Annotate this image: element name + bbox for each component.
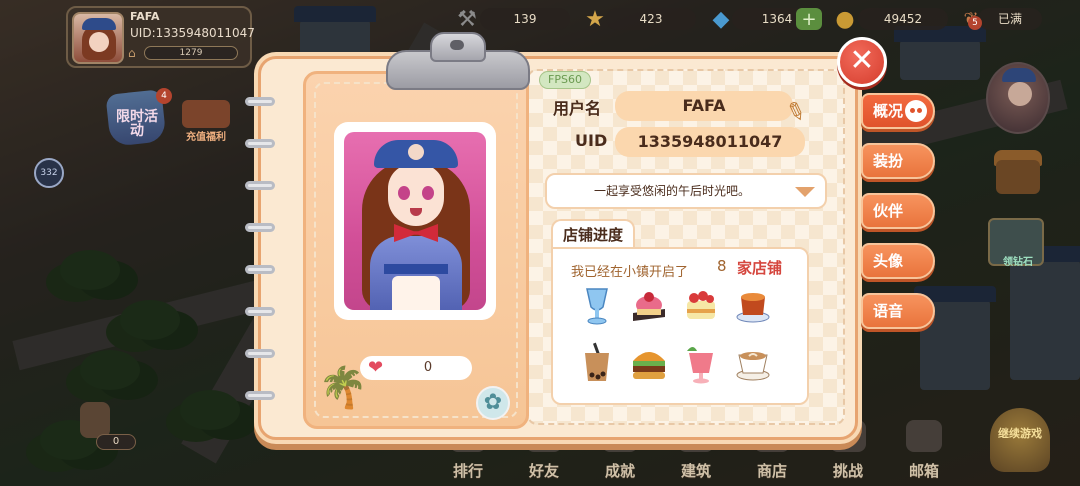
nav-mailbox[interactable]: 邮箱 xyxy=(896,410,952,486)
character-avatar-button[interactable] xyxy=(986,62,1050,134)
like-counter[interactable]: ❤ 0 xyxy=(360,356,472,380)
binder-ring xyxy=(245,349,275,358)
add-diamond-button[interactable]: + xyxy=(796,8,822,30)
motto-text: 一起享受悠闲的午后时光吧。 xyxy=(593,184,750,198)
tab-label: 装扮 xyxy=(873,152,904,170)
username-field: FAFA xyxy=(615,91,793,121)
uid-field: 1335948011047 xyxy=(615,127,805,157)
tab-label: 概况 xyxy=(873,102,904,120)
nav-label: 挑战 xyxy=(832,462,863,480)
recharge-bonus-button[interactable]: 充值福利 xyxy=(178,100,234,144)
shop-unit: 家店铺 xyxy=(737,259,783,277)
player-name: FAFA xyxy=(130,10,160,23)
continue-game-button[interactable]: 继续游戏 xyxy=(990,408,1050,472)
heart-icon: ❤ xyxy=(368,357,384,378)
burger-icon xyxy=(627,341,671,385)
binder-ring xyxy=(245,139,275,148)
nav-label: 建筑 xyxy=(680,462,711,480)
character-portrait xyxy=(334,122,496,320)
tab-partners[interactable]: 伙伴 xyxy=(861,193,935,229)
clipboard-clip-icon xyxy=(386,32,530,96)
event-badge: 4 xyxy=(156,88,172,104)
shop-progress-text: 我已经在小镇开启了 xyxy=(571,265,689,280)
fps-indicator: FPS60 xyxy=(539,71,591,89)
latte-icon xyxy=(731,341,775,385)
tab-avatar[interactable]: 头像 xyxy=(861,243,935,279)
resource-coin: 49452 xyxy=(858,8,948,30)
chevron-down-icon xyxy=(795,187,815,197)
close-button[interactable]: ✕ xyxy=(837,37,887,87)
continue-label: 继续游戏 xyxy=(998,427,1042,440)
nav-label: 成就 xyxy=(604,462,635,480)
tab-overview[interactable]: 概况 xyxy=(861,93,935,129)
nav-label: 邮箱 xyxy=(908,462,939,480)
tab-label: 头像 xyxy=(873,252,904,270)
player-level: 1279 xyxy=(144,46,238,60)
claim-gems-button[interactable]: 领钻石 xyxy=(988,218,1044,268)
shop-count: 8 xyxy=(717,257,727,275)
motto-dropdown[interactable]: 一起享受悠闲的午后时光吧。 xyxy=(545,173,827,209)
player-uid: UID:1335948011047 xyxy=(130,26,255,40)
binder-ring xyxy=(245,223,275,232)
tab-voice[interactable]: 语音 xyxy=(861,293,935,329)
like-count: 0 xyxy=(423,360,433,375)
gear-icon[interactable]: ✿ xyxy=(476,386,510,420)
claim-gems-label: 领钻石 xyxy=(1003,257,1033,268)
uid-label: UID xyxy=(575,131,608,150)
tab-label: 伙伴 xyxy=(873,202,904,220)
limited-event-label: 限时活动 xyxy=(116,109,158,139)
pastry-icon xyxy=(627,283,671,327)
heart-count: 0 xyxy=(96,434,136,450)
resource-hammer: 139 xyxy=(480,8,570,30)
energy-badge: 5 xyxy=(968,16,982,30)
resource-energy: 已满 xyxy=(978,8,1042,30)
nav-label: 排行 xyxy=(452,462,483,480)
recharge-label: 充值福利 xyxy=(186,132,226,143)
player-card[interactable]: FAFA UID:1335948011047 ⌂ 1279 xyxy=(66,6,255,68)
tab-label: 语音 xyxy=(873,302,904,320)
username-label: 用户名 xyxy=(553,99,602,118)
shop-progress-box: 我已经在小镇开启了 8 家店铺 xyxy=(551,247,809,405)
panda-icon xyxy=(905,100,927,122)
hammer-icon: ⚒ xyxy=(457,6,477,32)
binder-ring xyxy=(245,97,275,106)
bubble-tea-icon xyxy=(575,341,619,385)
nav-label: 好友 xyxy=(528,462,559,480)
profile-panel: 🌴 ❤ 0 ✿ FPS60 用户名 FAFA ✎ UID 13359480110… xyxy=(245,32,935,440)
pudding-icon xyxy=(731,283,775,327)
resource-star: 423 xyxy=(606,8,696,30)
binder-ring xyxy=(245,265,275,274)
treasure-chest-icon[interactable] xyxy=(990,148,1050,200)
nav-label: 商店 xyxy=(756,462,787,480)
player-avatar[interactable] xyxy=(72,12,124,64)
heart-jar-icon[interactable] xyxy=(80,402,110,438)
house-icon: ⌂ xyxy=(128,46,136,60)
binder-ring xyxy=(245,181,275,190)
strawberry-cake-icon xyxy=(679,283,723,327)
blue-drink-icon xyxy=(575,283,619,327)
binder-ring xyxy=(245,307,275,316)
strawberry-smoothie-icon xyxy=(679,341,723,385)
character-card: 🌴 ❤ 0 ✿ xyxy=(303,32,530,429)
tab-outfit[interactable]: 装扮 xyxy=(861,143,935,179)
coin-icon: ● xyxy=(835,6,855,32)
floating-assist-button[interactable]: 332 xyxy=(34,158,64,188)
binder-ring xyxy=(245,391,275,400)
